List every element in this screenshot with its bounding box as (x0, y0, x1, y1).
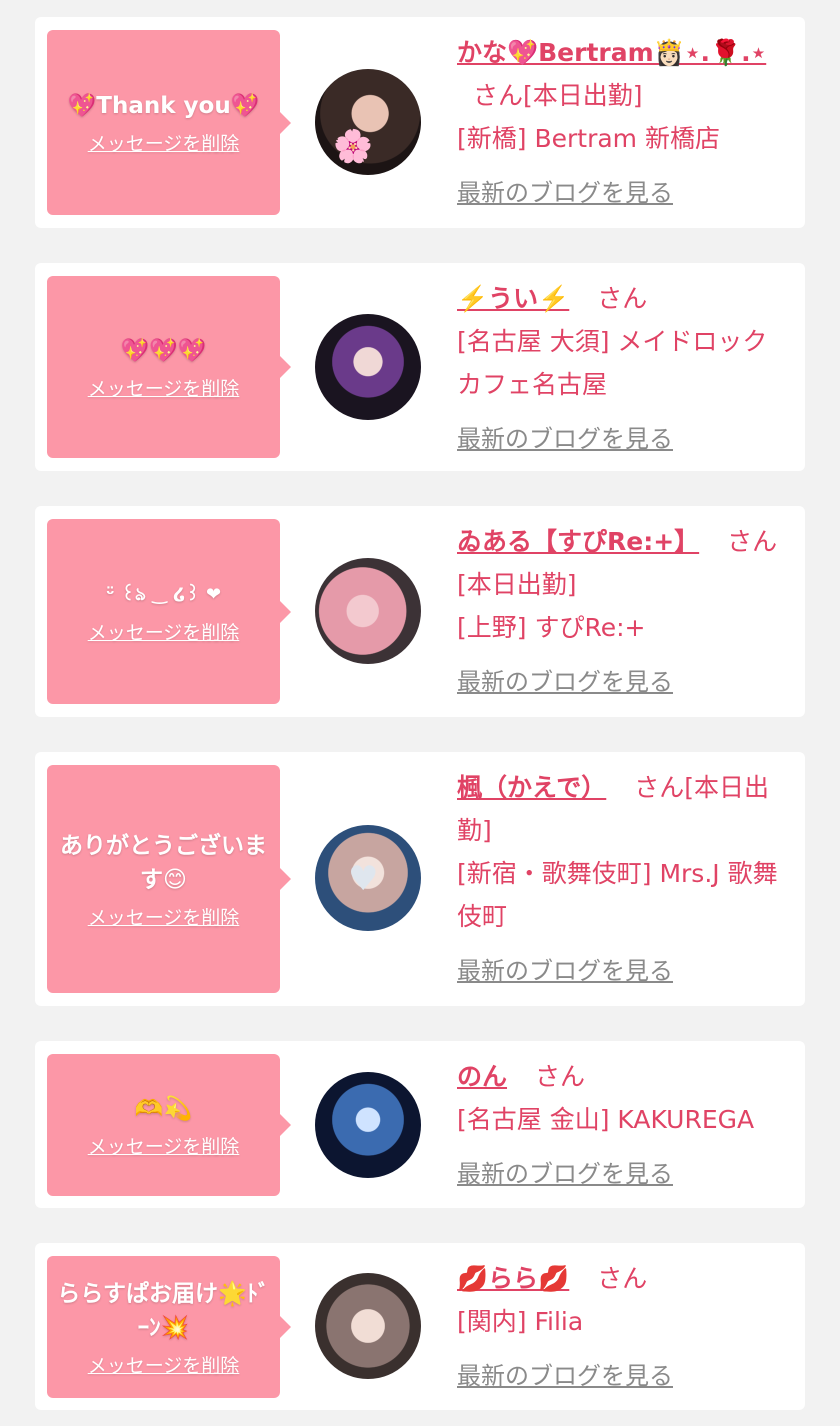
delete-message-link[interactable]: メッセージを削除 (88, 903, 240, 930)
message-bubble: 🫶💫 メッセージを削除 (47, 1054, 291, 1196)
latest-blog-link[interactable]: 最新のブログを見る (457, 950, 673, 993)
cast-name-link[interactable]: ⚡️うい⚡️ (457, 284, 569, 313)
cast-name-link[interactable]: のん (457, 1062, 507, 1091)
cast-info: ⚡️うい⚡️ さん [名古屋 大須] メイドロックカフェ名古屋 最新のブログを見… (457, 277, 791, 461)
message-text: 🫶💫 (134, 1095, 193, 1122)
latest-blog-link[interactable]: 最新のブログを見る (457, 418, 673, 461)
avatar[interactable]: 🌸 (315, 69, 421, 175)
delete-message-link[interactable]: メッセージを削除 (88, 129, 240, 156)
message-bubble: ららすぱお届け🌟ﾄﾞｰﾝ💥 メッセージを削除 (47, 1256, 291, 1398)
message-text: 💖Thank you💖 (67, 93, 260, 119)
delete-message-link[interactable]: メッセージを削除 (88, 1351, 240, 1378)
latest-blog-link[interactable]: 最新のブログを見る (457, 1355, 673, 1398)
message-bubble: ありがとうございます😊 メッセージを削除 (47, 765, 291, 993)
honorific: さん (534, 1062, 585, 1091)
latest-blog-link[interactable]: 最新のブログを見る (457, 172, 673, 215)
delete-message-link[interactable]: メッセージを削除 (88, 374, 240, 401)
cast-info: 楓（かえで） さん[本日出勤] [新宿・歌舞伎町] Mrs.J 歌舞伎町 最新の… (457, 766, 791, 993)
cast-info: のん さん [名古屋 金山] KAKUREGA 最新のブログを見る (457, 1055, 791, 1196)
message-card: ᵕ̈ ꒰ঌ ‿ ໒꒱ ❤︎ メッセージを削除 ゐある【すぴRe:+】 さん [本… (35, 506, 805, 717)
cast-name-link[interactable]: ゐある【すぴRe:+】 (457, 527, 699, 556)
cast-info: ゐある【すぴRe:+】 さん [本日出勤] [上野] すぴRe:+ 最新のブログ… (457, 520, 791, 704)
message-bubble: ᵕ̈ ꒰ঌ ‿ ໒꒱ ❤︎ メッセージを削除 (47, 519, 291, 704)
shop-name: [名古屋 金山] KAKUREGA (457, 1105, 755, 1134)
cast-name-link[interactable]: かな💖Bertram👸🏻⋆.🌹.⋆ (457, 38, 766, 67)
attendance-status: [本日出勤] (523, 81, 643, 110)
delete-message-link[interactable]: メッセージを削除 (88, 618, 240, 645)
heart-sticker-icon: ♥ (348, 859, 379, 899)
message-bubble: 💖💖💖 メッセージを削除 (47, 276, 291, 458)
honorific: さん (473, 81, 524, 110)
avatar[interactable]: ♥ (315, 825, 421, 931)
message-text: 💖💖💖 (120, 337, 207, 364)
message-text: ᵕ̈ ꒰ঌ ‿ ໒꒱ ❤︎ (105, 584, 222, 605)
shop-name: [名古屋 大須] メイドロックカフェ名古屋 (457, 327, 768, 399)
avatar[interactable] (315, 558, 421, 664)
shop-name: [新橋] Bertram 新橋店 (457, 124, 720, 153)
cast-info: 💋らら💋 さん [関内] Filia 最新のブログを見る (457, 1257, 791, 1398)
latest-blog-link[interactable]: 最新のブログを見る (457, 661, 673, 704)
shop-name: [上野] すぴRe:+ (457, 613, 646, 642)
message-text: ららすぱお届け🌟ﾄﾞｰﾝ💥 (57, 1280, 270, 1341)
latest-blog-link[interactable]: 最新のブログを見る (457, 1153, 673, 1196)
avatar[interactable] (315, 1273, 421, 1379)
avatar[interactable] (315, 1072, 421, 1178)
avatar[interactable] (315, 314, 421, 420)
sakura-sticker-icon: 🌸 (333, 127, 373, 165)
honorific: さん (727, 527, 778, 556)
delete-message-link[interactable]: メッセージを削除 (88, 1132, 240, 1159)
attendance-status: [本日出勤] (457, 570, 577, 599)
message-card: ありがとうございます😊 メッセージを削除 ♥ 楓（かえで） さん[本日出勤] [… (35, 752, 805, 1006)
shop-name: [新宿・歌舞伎町] Mrs.J 歌舞伎町 (457, 859, 778, 931)
cast-name-link[interactable]: 💋らら💋 (457, 1264, 569, 1293)
message-card: 💖💖💖 メッセージを削除 ⚡️うい⚡️ さん [名古屋 大須] メイドロックカフ… (35, 263, 805, 471)
shop-name: [関内] Filia (457, 1307, 584, 1336)
cast-name-link[interactable]: 楓（かえで） (457, 773, 606, 802)
honorific: さん (634, 773, 685, 802)
message-text: ありがとうございます😊 (60, 832, 267, 893)
message-bubble: 💖Thank you💖 メッセージを削除 (47, 30, 291, 215)
honorific: さん (597, 1264, 648, 1293)
cast-info: かな💖Bertram👸🏻⋆.🌹.⋆ さん[本日出勤] [新橋] Bertram … (457, 31, 791, 215)
message-card: ららすぱお届け🌟ﾄﾞｰﾝ💥 メッセージを削除 💋らら💋 さん [関内] Fili… (35, 1243, 805, 1410)
message-card: 💖Thank you💖 メッセージを削除 🌸 かな💖Bertram👸🏻⋆.🌹.⋆… (35, 17, 805, 228)
honorific: さん (597, 284, 648, 313)
message-card: 🫶💫 メッセージを削除 のん さん [名古屋 金山] KAKUREGA 最新のブ… (35, 1041, 805, 1208)
